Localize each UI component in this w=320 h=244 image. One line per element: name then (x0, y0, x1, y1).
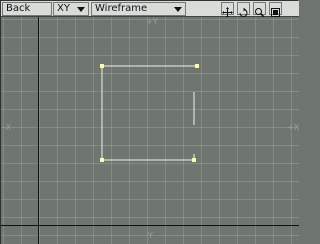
view-selector-label: Back (6, 3, 31, 14)
vertex-point (100, 64, 104, 68)
move-icon[interactable] (221, 2, 234, 18)
vertex-point (195, 64, 199, 68)
render-mode-label: Wireframe (95, 3, 148, 14)
maximize-icon[interactable] (269, 2, 282, 17)
wireframe-square (100, 64, 199, 162)
view-selector[interactable]: Back (2, 2, 52, 16)
axis-selector[interactable]: XY (53, 2, 89, 16)
chevron-down-icon (174, 7, 182, 12)
wireframe-viewport[interactable]: +Y -Y -X +X (1, 17, 299, 244)
render-mode-selector[interactable]: Wireframe (91, 2, 186, 16)
modeler-viewport-window: Back XY Wireframe +Y -Y -X +X (0, 0, 299, 244)
viewport-toolbar: Back XY Wireframe (1, 1, 299, 18)
vertex-point (192, 158, 196, 162)
axis-selector-label: XY (57, 3, 70, 14)
vertex-point (100, 158, 104, 162)
rotate-icon[interactable] (237, 2, 250, 17)
chevron-down-icon (77, 7, 85, 12)
zoom-icon[interactable] (253, 2, 266, 18)
wireframe-edges (101, 65, 197, 161)
